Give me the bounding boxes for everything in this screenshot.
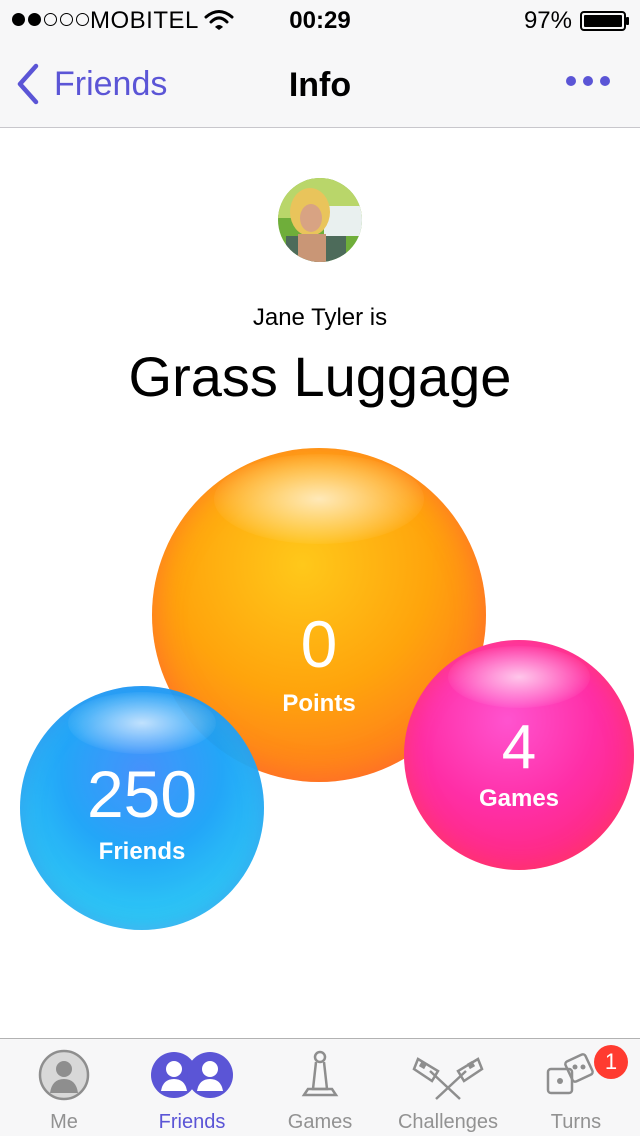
status-bar: MOBITEL 00:29 97% <box>0 0 640 40</box>
games-value: 4 <box>501 713 537 782</box>
avatar[interactable] <box>278 178 362 262</box>
tab-friends[interactable]: Friends <box>128 1039 256 1136</box>
profile-subtitle: Jane Tyler is <box>252 304 388 331</box>
tab-turns-label: Turns <box>550 1111 602 1133</box>
tab-me[interactable]: Me <box>0 1039 128 1136</box>
tab-friends-label: Friends <box>158 1111 226 1133</box>
navigation-bar: Friends Info <box>0 40 640 128</box>
friends-icon <box>151 1052 233 1098</box>
tab-games-label: Games <box>287 1111 353 1133</box>
dice-icon <box>546 1053 594 1095</box>
friends-bubble[interactable]: 250 Friends <box>20 686 264 930</box>
tab-challenges[interactable]: Challenges <box>384 1039 512 1136</box>
friends-label: Friends <box>98 838 186 865</box>
tab-bar: Me Friends Games Challenges 1 Turns <box>0 1038 640 1136</box>
points-value: 0 <box>300 607 338 681</box>
battery-icon <box>580 11 629 31</box>
profile-nickname: Grass Luggage <box>128 345 512 408</box>
tab-challenges-label: Challenges <box>397 1111 499 1133</box>
games-bubble[interactable]: 4 Games <box>404 640 634 870</box>
game-piece-icon <box>301 1050 339 1097</box>
tab-turns[interactable]: 1 Turns <box>512 1039 640 1136</box>
profile-photo <box>278 178 362 262</box>
person-icon <box>38 1049 90 1101</box>
flags-icon <box>412 1057 484 1100</box>
tab-me-label: Me <box>50 1111 78 1133</box>
friends-value: 250 <box>86 757 198 831</box>
page-title: Info <box>288 66 352 104</box>
games-label: Games <box>478 785 560 812</box>
ellipsis-icon[interactable] <box>566 76 610 86</box>
turns-badge: 1 <box>594 1045 628 1079</box>
battery-percentage: 97% <box>523 7 572 34</box>
tab-games[interactable]: Games <box>256 1039 384 1136</box>
